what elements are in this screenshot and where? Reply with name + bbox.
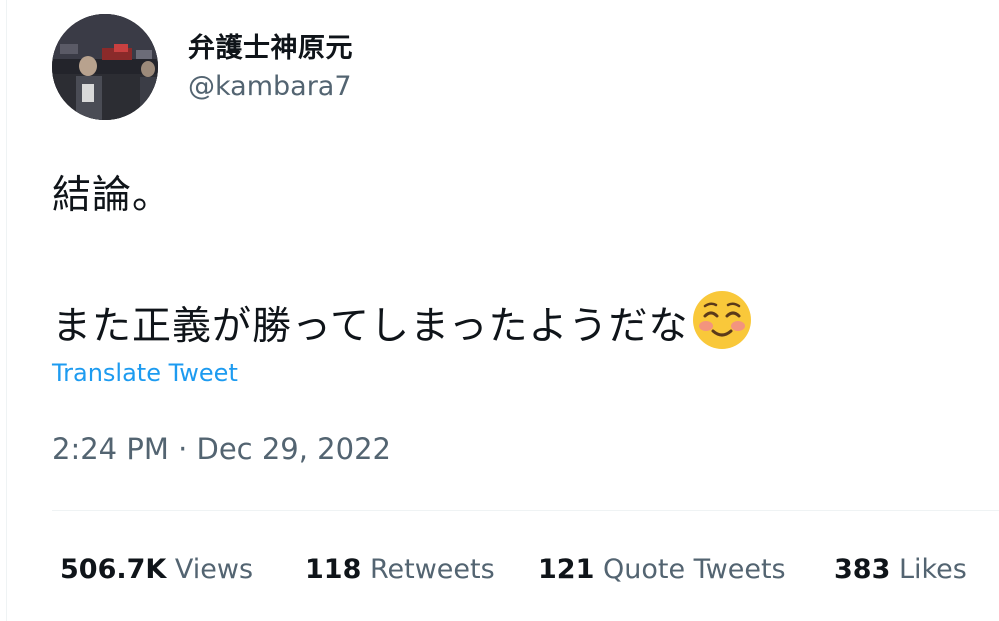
likes-label: Likes [898,554,967,585]
smiling-face-with-blush-icon [691,289,753,351]
avatar-photo [52,14,158,120]
tweet-detail: 弁護士神原元 @kambara7 結論。 また正義が勝ってしまったようだな Tr… [0,0,999,621]
tweet-text-line-2: また正義が勝ってしまったようだな [52,289,753,351]
tweet-stats-bar: 506.7K Views 118 Retweets 121 Quote Twee… [0,554,999,594]
quote-tweets-count: 121 [538,554,595,585]
author-display-name[interactable]: 弁護士神原元 [188,26,353,65]
avatar[interactable] [52,14,158,120]
views-label: Views [174,554,254,585]
views-count: 506.7K [60,554,167,585]
stats-divider [52,510,999,511]
retweets-count: 118 [305,554,362,585]
quote-tweets-stat[interactable]: 121 Quote Tweets [538,554,786,585]
quote-tweets-label: Quote Tweets [602,554,786,585]
likes-count: 383 [834,554,891,585]
translate-tweet-link[interactable]: Translate Tweet [52,359,238,387]
tweet-text-line-2-text: また正義が勝ってしまったようだな [52,304,689,349]
retweets-label: Retweets [369,554,495,585]
views-stat[interactable]: 506.7K Views [60,554,253,585]
author-handle[interactable]: @kambara7 [188,71,352,102]
tweet-timestamp[interactable]: 2:24 PM · Dec 29, 2022 [52,432,391,466]
retweets-stat[interactable]: 118 Retweets [305,554,495,585]
tweet-text-line-1: 結論。 [52,173,173,218]
likes-stat[interactable]: 383 Likes [834,554,967,585]
